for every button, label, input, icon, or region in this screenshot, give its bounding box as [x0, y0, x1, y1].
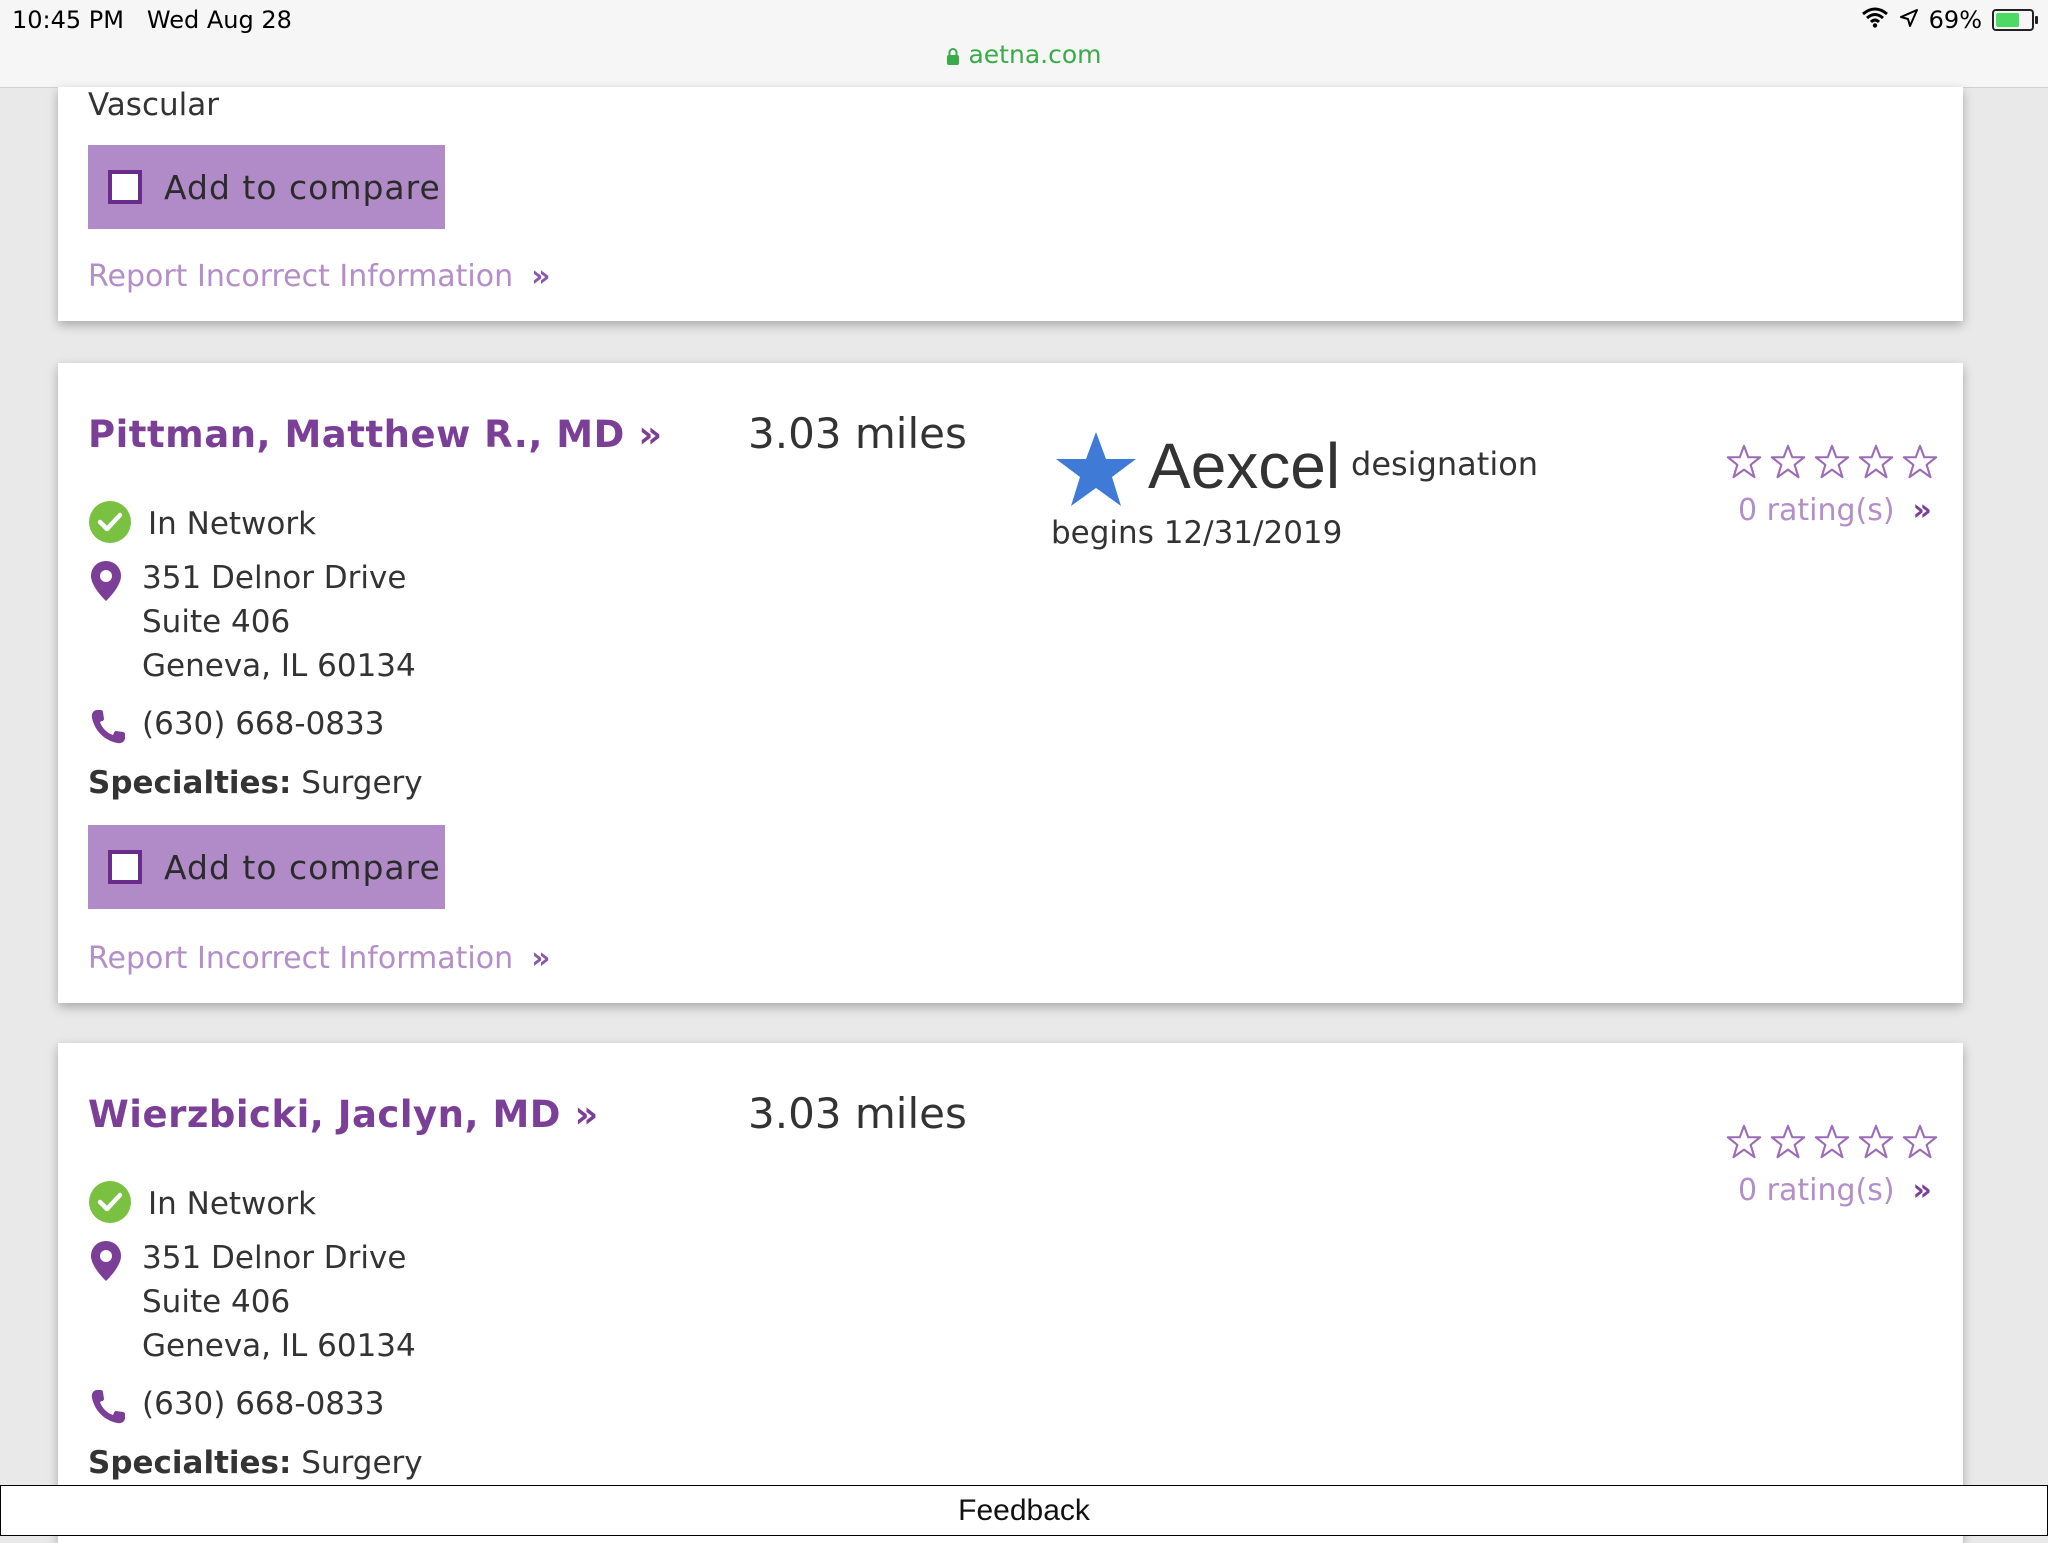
- ratings-link[interactable]: 0 rating(s) »: [1738, 493, 1932, 528]
- provider-distance: 3.03 miles: [748, 1089, 967, 1138]
- specialties-label: Specialties:: [88, 765, 292, 801]
- report-incorrect-link[interactable]: Report Incorrect Information »: [88, 259, 550, 294]
- compare-label: Add to compare: [164, 167, 441, 207]
- lock-icon: [946, 42, 960, 71]
- star-outline-icon: [1813, 1123, 1851, 1165]
- provider-phone[interactable]: (630) 668-0833: [142, 1386, 384, 1422]
- report-label: Report Incorrect Information: [88, 941, 514, 976]
- status-time-date: 10:45 PM Wed Aug 28: [12, 6, 292, 34]
- chevron-right-icon: »: [1912, 493, 1932, 528]
- address-line: 351 Delnor Drive: [142, 560, 407, 596]
- network-label: In Network: [148, 506, 317, 542]
- network-status: In Network: [88, 1180, 316, 1228]
- phone-icon: [88, 707, 128, 751]
- address-line: Geneva, IL 60134: [142, 648, 416, 684]
- star-rating[interactable]: [1725, 1123, 1939, 1165]
- ratings-count: 0 rating(s): [1738, 1173, 1895, 1208]
- provider-card: Vascular Add to compare Report Incorrect…: [58, 87, 1963, 321]
- address-line: Suite 406: [142, 604, 291, 640]
- url-text: aetna.com: [968, 40, 1102, 69]
- star-outline-icon: [1857, 1123, 1895, 1165]
- status-icons: 69%: [1861, 6, 2038, 34]
- specialties-label: Specialties:: [88, 1445, 292, 1481]
- location-arrow-icon: [1899, 6, 1919, 34]
- network-label: In Network: [148, 1186, 317, 1222]
- specialty-value: Vascular: [88, 87, 219, 123]
- aexcel-designation-label: designation: [1351, 445, 1539, 483]
- aexcel-begins-date: begins 12/31/2019: [1051, 515, 1343, 551]
- specialties-value: Surgery: [301, 765, 423, 801]
- battery-percent: 69%: [1928, 6, 1982, 34]
- chevron-right-icon: »: [1912, 1173, 1932, 1208]
- check-circle-icon: [88, 500, 132, 548]
- aexcel-logo-text: Aexcel: [1148, 430, 1341, 502]
- star-outline-icon: [1769, 1123, 1807, 1165]
- add-to-compare-button[interactable]: Add to compare: [88, 145, 445, 229]
- star-outline-icon: [1857, 443, 1895, 485]
- star-outline-icon: [1901, 1123, 1939, 1165]
- wifi-icon: [1861, 6, 1889, 34]
- feedback-button[interactable]: Feedback: [0, 1485, 2048, 1536]
- network-status: In Network: [88, 500, 316, 548]
- star-outline-icon: [1901, 443, 1939, 485]
- ratings-link[interactable]: 0 rating(s) »: [1738, 1173, 1932, 1208]
- report-incorrect-link[interactable]: Report Incorrect Information »: [88, 941, 550, 976]
- provider-address: 351 Delnor Drive Suite 406 Geneva, IL 60…: [142, 1236, 416, 1368]
- compare-label: Add to compare: [164, 847, 441, 887]
- provider-card: Wierzbicki, Jaclyn, MD » 3.03 miles In N…: [58, 1043, 1963, 1543]
- address-bar[interactable]: aetna.com: [0, 40, 2048, 71]
- star-rating[interactable]: [1725, 443, 1939, 485]
- provider-name-link[interactable]: Pittman, Matthew R., MD »: [88, 413, 663, 456]
- address-line: 351 Delnor Drive: [142, 1240, 407, 1276]
- specialties: Specialties: Surgery: [88, 765, 423, 801]
- provider-name-link[interactable]: Wierzbicki, Jaclyn, MD »: [88, 1093, 599, 1136]
- status-date: Wed Aug 28: [146, 6, 292, 34]
- compare-checkbox[interactable]: [108, 850, 142, 884]
- specialties-value: Surgery: [301, 1445, 423, 1481]
- specialties: Specialties: Surgery: [88, 1445, 423, 1481]
- battery-icon: [1992, 9, 2038, 31]
- map-pin-icon: [88, 1239, 124, 1287]
- chevron-right-icon: »: [531, 941, 551, 976]
- chevron-right-icon: »: [531, 259, 551, 294]
- provider-phone[interactable]: (630) 668-0833: [142, 706, 384, 742]
- address-line: Suite 406: [142, 1284, 291, 1320]
- star-outline-icon: [1725, 1123, 1763, 1165]
- phone-icon: [88, 1387, 128, 1431]
- report-label: Report Incorrect Information: [88, 259, 514, 294]
- star-outline-icon: [1725, 443, 1763, 485]
- check-circle-icon: [88, 1180, 132, 1228]
- add-to-compare-button[interactable]: Add to compare: [88, 825, 445, 909]
- provider-card: Pittman, Matthew R., MD » 3.03 miles In …: [58, 363, 1963, 1003]
- map-pin-icon: [88, 559, 124, 607]
- provider-distance: 3.03 miles: [748, 409, 967, 458]
- ratings-count: 0 rating(s): [1738, 493, 1895, 528]
- aexcel-star-icon: [1053, 429, 1139, 513]
- compare-checkbox[interactable]: [108, 170, 142, 204]
- status-time: 10:45 PM: [12, 6, 124, 34]
- status-bar: 10:45 PM Wed Aug 28 aetna.com 69%: [0, 0, 2048, 88]
- address-line: Geneva, IL 60134: [142, 1328, 416, 1364]
- provider-address: 351 Delnor Drive Suite 406 Geneva, IL 60…: [142, 556, 416, 688]
- star-outline-icon: [1813, 443, 1851, 485]
- star-outline-icon: [1769, 443, 1807, 485]
